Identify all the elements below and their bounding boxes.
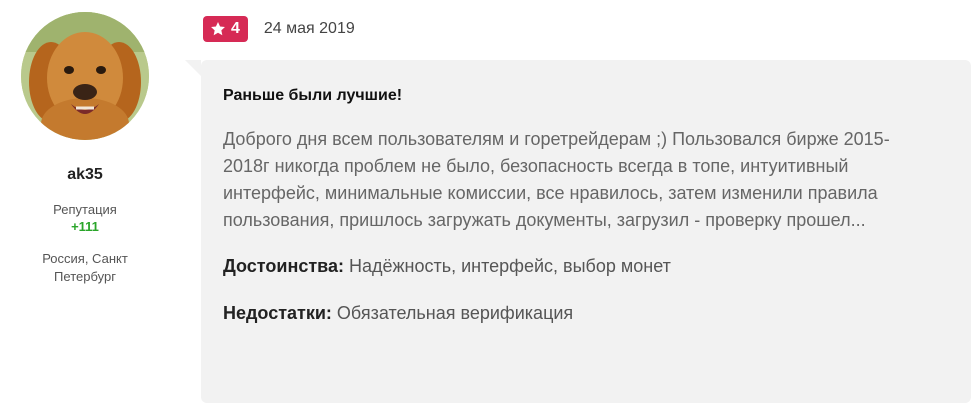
review-body: Доброго дня всем пользователям и горетре… — [223, 129, 890, 230]
rating-badge: 4 — [203, 16, 248, 42]
review-date: 24 мая 2019 — [263, 20, 355, 37]
rating-value: 4 — [231, 20, 240, 37]
dog-photo-avatar — [21, 12, 149, 140]
review-card: Раньше были лучшие! Доброго дня всем пол… — [185, 60, 971, 403]
pros-label: Достоинства: — [223, 256, 344, 276]
pros-value: Надёжность, интерфейс, выбор монет — [343, 256, 671, 276]
review-title[interactable]: Раньше были лучшие! — [223, 86, 949, 106]
cons-row: Недостатки: Обязательная верификация — [223, 302, 949, 324]
user-location: Россия, Санкт Петербург — [42, 251, 128, 284]
user-info-column: ak35 Репутация +111 Россия, Санкт Петерб… — [0, 0, 170, 408]
speech-bubble-tail — [185, 60, 201, 76]
pros-row: Достоинства: Надёжность, интерфейс, выбо… — [223, 255, 949, 277]
reputation-value: +111 — [71, 219, 99, 234]
cons-label: Недостатки: — [223, 303, 332, 323]
username[interactable]: ak35 — [67, 166, 103, 184]
review-meta: 4 24 мая 2019 — [203, 16, 355, 42]
cons-value: Обязательная верификация — [331, 303, 574, 323]
avatar[interactable] — [21, 12, 149, 140]
reputation-label: Репутация — [53, 202, 117, 217]
star-icon — [211, 22, 225, 36]
